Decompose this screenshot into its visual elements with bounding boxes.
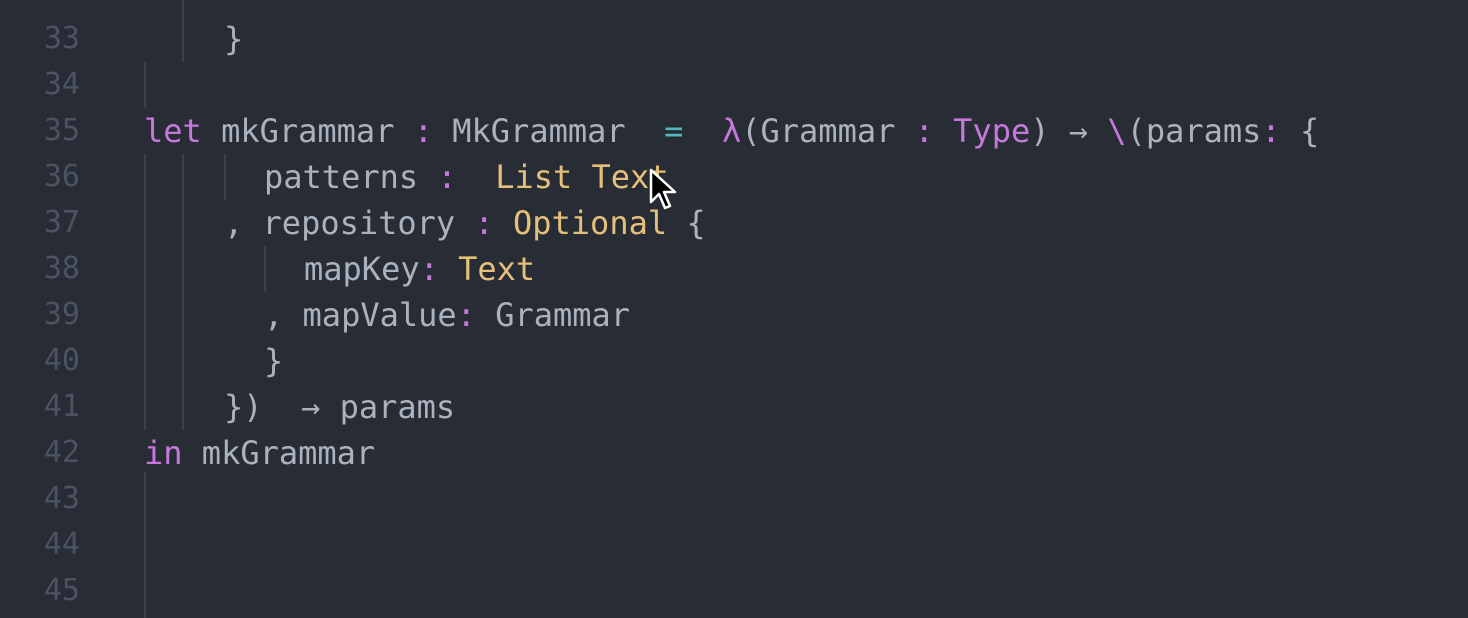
params-identifier: (params bbox=[1126, 112, 1262, 150]
type-name: List Text bbox=[495, 158, 669, 196]
colon: : bbox=[413, 112, 433, 150]
code-line-38[interactable]: 38 mapKey: Text bbox=[0, 246, 1468, 292]
line-number: 34 bbox=[43, 67, 80, 102]
field-name: , mapValue bbox=[264, 296, 457, 334]
code-line-44[interactable]: 44 bbox=[0, 522, 1468, 568]
code-line-33[interactable]: 33 } bbox=[0, 16, 1468, 62]
code-text[interactable]: } bbox=[224, 16, 243, 62]
colon: : bbox=[474, 204, 494, 242]
code-line-34[interactable]: 34 bbox=[0, 62, 1468, 108]
code-line-40[interactable]: 40 } bbox=[0, 338, 1468, 384]
keyword-in: in bbox=[144, 434, 183, 472]
brace-open: { bbox=[1280, 112, 1320, 150]
brace: } bbox=[224, 20, 244, 58]
type-keyword: Type bbox=[953, 112, 1031, 150]
code-text[interactable]: mapKey: Text bbox=[304, 246, 535, 292]
code-line-36[interactable]: 36 patterns : List Text bbox=[0, 154, 1468, 200]
equals-operator: = bbox=[664, 112, 684, 150]
param-open: (Grammar bbox=[741, 112, 915, 150]
colon: : bbox=[914, 112, 934, 150]
line-number: 44 bbox=[43, 527, 80, 562]
line-number: 37 bbox=[43, 205, 80, 240]
arrow-text: ) → bbox=[1030, 112, 1108, 150]
line-number: 36 bbox=[43, 159, 80, 194]
field-name: , repository bbox=[224, 204, 475, 242]
colon: : bbox=[1261, 112, 1281, 150]
code-line-35[interactable]: 35 let mkGrammar : MkGrammar = λ(Grammar… bbox=[0, 108, 1468, 154]
line-number: 35 bbox=[43, 113, 80, 148]
lambda-symbol: λ bbox=[721, 112, 742, 150]
field-name: mapKey bbox=[304, 250, 420, 288]
code-line-39[interactable]: 39 , mapValue: Grammar bbox=[0, 292, 1468, 338]
code-line-45[interactable]: 45 bbox=[0, 568, 1468, 614]
code-line-37[interactable]: 37 , repository : Optional { bbox=[0, 200, 1468, 246]
field-name: patterns bbox=[264, 158, 438, 196]
type-name: MkGrammar bbox=[432, 112, 665, 150]
line-number: 42 bbox=[43, 435, 80, 470]
type-name: Grammar bbox=[475, 296, 631, 334]
identifier: mkGrammar bbox=[201, 112, 414, 150]
code-text[interactable]: , repository : Optional { bbox=[224, 200, 706, 246]
code-text[interactable]: patterns : List Text bbox=[264, 154, 669, 200]
line-number: 45 bbox=[43, 573, 80, 608]
type-name: Optional bbox=[512, 204, 668, 242]
code-line-41[interactable]: 41 }) → params bbox=[0, 384, 1468, 430]
colon: : bbox=[437, 158, 457, 196]
identifier: mkGrammar bbox=[182, 434, 376, 472]
line-number: 43 bbox=[43, 481, 80, 516]
code-line-42[interactable]: 42 in mkGrammar bbox=[0, 430, 1468, 476]
code-line-43[interactable]: 43 bbox=[0, 476, 1468, 522]
line-number: 38 bbox=[43, 251, 80, 286]
line-number: 33 bbox=[43, 21, 80, 56]
code-text[interactable]: in mkGrammar bbox=[144, 430, 375, 476]
code-text[interactable]: }) → params bbox=[224, 384, 455, 430]
code-text[interactable]: , mapValue: Grammar bbox=[264, 292, 630, 338]
keyword-let: let bbox=[144, 112, 202, 150]
line-number: 41 bbox=[43, 389, 80, 424]
mouse-pointer-icon bbox=[649, 168, 677, 210]
code-text[interactable]: } bbox=[264, 338, 283, 384]
type-name: Text bbox=[458, 250, 536, 288]
closing-expression: }) → params bbox=[224, 388, 456, 426]
brace-close: } bbox=[264, 342, 284, 380]
colon: : bbox=[419, 250, 439, 288]
line-number: 40 bbox=[43, 343, 80, 378]
code-text[interactable]: let mkGrammar : MkGrammar = λ(Grammar : … bbox=[144, 108, 1319, 154]
code-editor[interactable]: 33 } 34 35 let mkGrammar : MkGrammar = λ… bbox=[0, 0, 1468, 618]
colon: : bbox=[456, 296, 476, 334]
line-number: 39 bbox=[43, 297, 80, 332]
backslash: \ bbox=[1107, 112, 1127, 150]
